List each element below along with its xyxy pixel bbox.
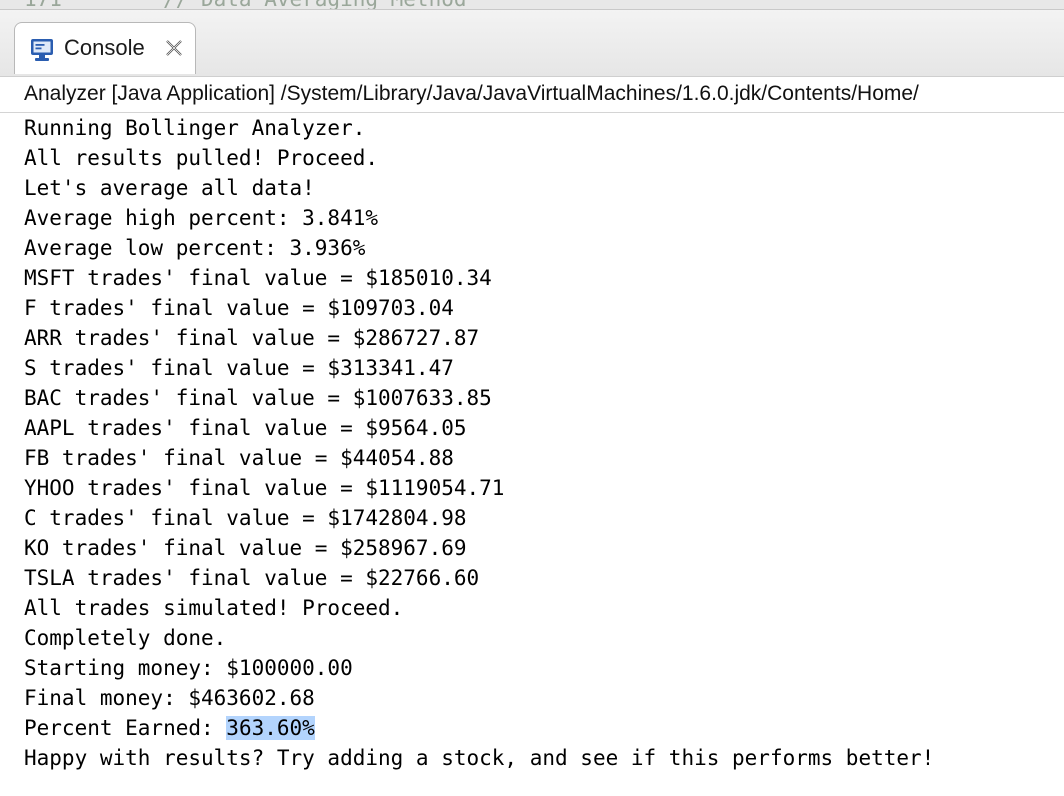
console-line: Completely done. <box>24 626 227 650</box>
console-output[interactable]: Running Bollinger Analyzer. All results … <box>24 113 1064 793</box>
editor-code-line: 171 // Data Averaging Method <box>24 0 467 9</box>
console-line: ARR trades' final value = $286727.87 <box>24 326 480 350</box>
console-description-bar: Analyzer [Java Application] /System/Libr… <box>0 80 1064 113</box>
console-line: Let's average all data! <box>24 176 315 200</box>
console-line: F trades' final value = $109703.04 <box>24 296 454 320</box>
console-line: Running Bollinger Analyzer. <box>24 116 366 140</box>
percent-earned-label: Percent Earned: <box>24 716 227 740</box>
console-line: KO trades' final value = $258967.69 <box>24 536 467 560</box>
tab-console-label: Console <box>64 35 145 60</box>
console-line-percent: Percent Earned: 363.60% <box>24 713 1064 743</box>
console-line: FB trades' final value = $44054.88 <box>24 446 454 470</box>
launch-description: Analyzer [Java Application] /System/Libr… <box>24 82 919 105</box>
console-line: Average high percent: 3.841% <box>24 206 379 230</box>
console-line: AAPL trades' final value = $9564.05 <box>24 416 467 440</box>
console-line: YHOO trades' final value = $1119054.71 <box>24 476 505 500</box>
console-line: Final money: $463602.68 <box>24 686 315 710</box>
tab-console[interactable]: Console <box>14 22 196 74</box>
console-line: Starting money: $100000.00 <box>24 656 353 680</box>
console-line: Average low percent: 3.936% <box>24 236 366 260</box>
editor-area-peek: 171 // Data Averaging Method <box>0 0 1064 10</box>
view-tab-bar: Console <box>0 10 1064 77</box>
console-line: All trades simulated! Proceed. <box>24 596 404 620</box>
console-line: BAC trades' final value = $1007633.85 <box>24 386 492 410</box>
close-icon[interactable] <box>163 37 185 59</box>
selected-text[interactable]: 363.60% <box>226 716 315 740</box>
console-line: Happy with results? Try adding a stock, … <box>24 746 935 770</box>
console-line: C trades' final value = $1742804.98 <box>24 506 467 530</box>
console-line: S trades' final value = $313341.47 <box>24 356 454 380</box>
console-line: All results pulled! Proceed. <box>24 146 379 170</box>
console-line: MSFT trades' final value = $185010.34 <box>24 266 492 290</box>
console-line: TSLA trades' final value = $22766.60 <box>24 566 480 590</box>
console-monitor-icon <box>29 37 55 63</box>
